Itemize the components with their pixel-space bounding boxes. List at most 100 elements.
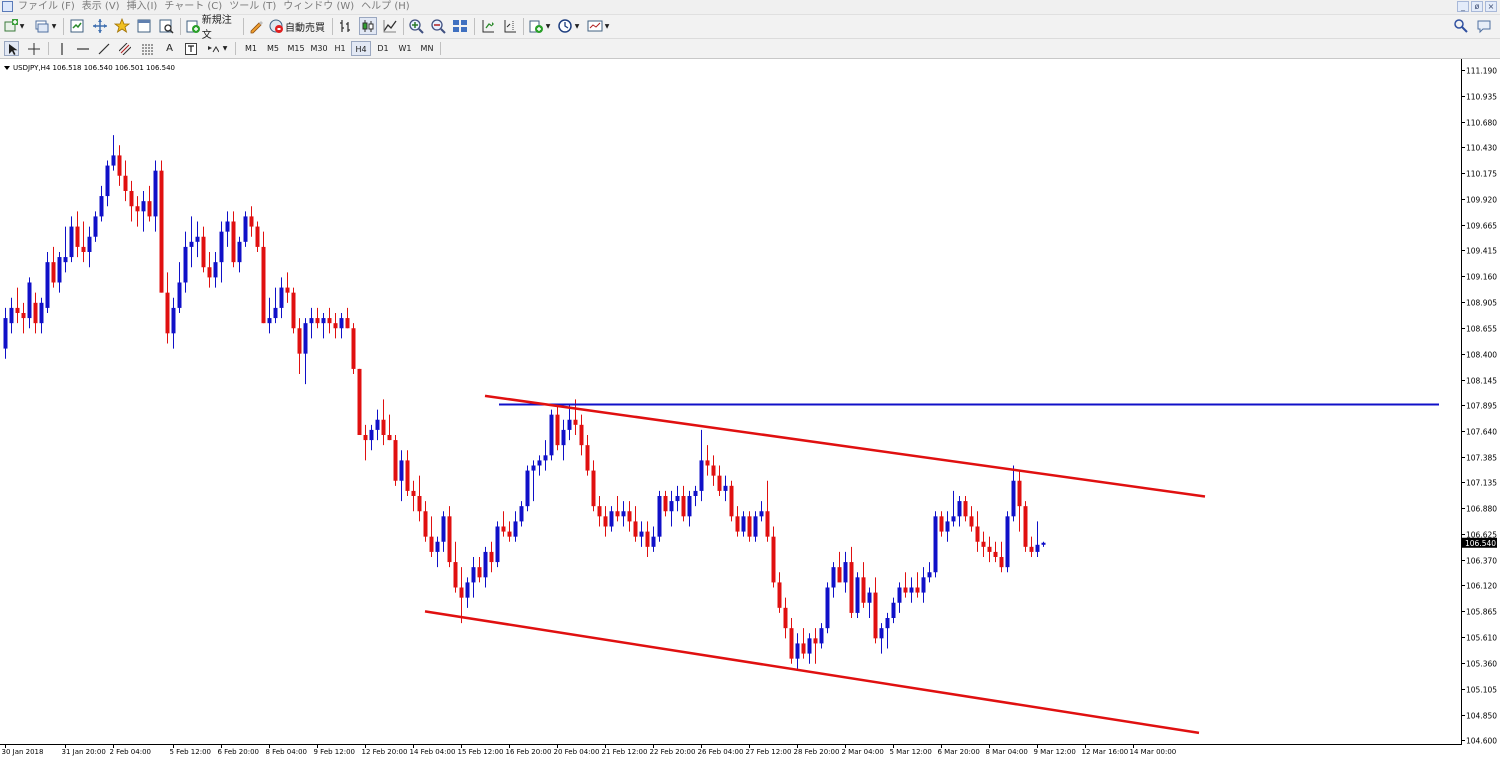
candle-body: [633, 521, 638, 537]
menu-help[interactable]: ヘルプ (H): [361, 0, 417, 14]
date-tick-label: 27 Feb 12:00: [746, 748, 792, 756]
favorites-star-icon[interactable]: [114, 18, 130, 34]
candle-body: [855, 577, 860, 613]
restore-button[interactable]: ø: [1471, 1, 1483, 12]
candle-body: [195, 236, 200, 242]
new-chart-icon[interactable]: [3, 18, 19, 34]
candle-body: [501, 526, 506, 532]
candle-body: [207, 267, 212, 278]
price-tick-label: 107.135: [1466, 479, 1497, 488]
strategy-tester-icon[interactable]: [158, 18, 174, 34]
candle-body: [435, 541, 440, 552]
symbol-ohlc-text: USDJPY,H4 106.518 106.540 106.501 106.54…: [13, 64, 175, 72]
minimize-button[interactable]: _: [1457, 1, 1469, 12]
auto-trading-button[interactable]: 自動売買: [268, 18, 326, 34]
candle-body: [837, 567, 842, 583]
bar-chart-icon[interactable]: [337, 18, 353, 34]
line-chart-icon[interactable]: [382, 18, 398, 34]
indicators-icon[interactable]: [528, 18, 544, 34]
timeframe-m15[interactable]: M15: [285, 41, 307, 56]
price-tick-label: 106.120: [1466, 582, 1497, 591]
candle-body: [915, 587, 920, 593]
trendline-icon[interactable]: [96, 41, 111, 56]
candle-body: [21, 312, 26, 319]
chevron-down-icon[interactable]: ▼: [574, 21, 580, 31]
text-tool-icon[interactable]: A: [162, 41, 177, 56]
date-tick-label: 12 Mar 16:00: [1082, 748, 1129, 756]
zoom-out-icon[interactable]: [430, 18, 446, 34]
profiles-icon[interactable]: [34, 18, 50, 34]
metaeditor-icon[interactable]: [248, 18, 264, 34]
text-label-icon[interactable]: [183, 41, 198, 56]
timeframe-h4[interactable]: H4: [351, 41, 371, 56]
candle-body: [141, 201, 146, 212]
candle-body: [279, 287, 284, 308]
chevron-down-icon[interactable]: ▼: [222, 44, 228, 52]
candle-body: [693, 490, 698, 496]
timeframe-d1[interactable]: D1: [374, 41, 392, 56]
menu-file[interactable]: ファイル (F): [18, 0, 82, 14]
current-price-label: 106.540: [1465, 539, 1496, 548]
chevron-down-icon[interactable]: ▼: [545, 21, 551, 31]
chart-window[interactable]: 111.190 110.935 110.680 110.430 110.175 109.9…: [0, 59, 1500, 760]
toolbar-separator: [440, 42, 441, 55]
candle-body: [597, 506, 602, 517]
timeframe-m30[interactable]: M30: [308, 41, 330, 56]
chevron-down-icon[interactable]: ▼: [604, 21, 610, 31]
candle-body: [555, 414, 560, 446]
candle-body: [573, 419, 578, 425]
chevron-down-icon[interactable]: ▼: [51, 21, 57, 31]
chat-bubble-icon[interactable]: [1476, 18, 1492, 34]
periods-clock-icon[interactable]: [557, 18, 573, 34]
date-tick-label: 14 Feb 04:00: [410, 748, 456, 756]
zoom-in-icon[interactable]: [408, 18, 424, 34]
candle-body: [219, 231, 224, 263]
timeframe-mn[interactable]: MN: [417, 41, 437, 56]
candle-body: [465, 582, 470, 598]
new-order-button[interactable]: 新規注文: [185, 15, 241, 41]
candle-body: [1005, 516, 1010, 568]
timeframe-w1[interactable]: W1: [396, 41, 414, 56]
crosshair-icon[interactable]: [26, 41, 41, 56]
candlestick-chart[interactable]: 111.190 110.935 110.680 110.430 110.175 109.9…: [0, 59, 1500, 760]
market-watch-icon[interactable]: [69, 18, 85, 34]
chart-shift-icon[interactable]: [502, 18, 518, 34]
close-button[interactable]: ×: [1485, 1, 1497, 12]
date-tick-label: 5 Feb 12:00: [170, 748, 211, 756]
candle-body: [171, 307, 176, 334]
auto-scroll-icon[interactable]: [480, 18, 496, 34]
templates-icon[interactable]: [587, 18, 603, 34]
chevron-down-icon[interactable]: ▼: [19, 21, 25, 31]
date-tick-label: 2 Mar 04:00: [842, 748, 884, 756]
price-tick-label: 108.905: [1466, 299, 1497, 308]
candle-body: [663, 495, 668, 512]
candle-body: [819, 628, 824, 644]
arrows-shapes-icon[interactable]: [205, 41, 220, 56]
candle-body: [93, 216, 98, 237]
vertical-line-icon[interactable]: [54, 41, 69, 56]
navigator-icon[interactable]: [92, 18, 108, 34]
horizontal-line-icon[interactable]: [75, 41, 90, 56]
candle-body: [765, 511, 770, 537]
menu-view[interactable]: 表示 (V): [82, 0, 127, 14]
terminal-window-icon[interactable]: [136, 18, 152, 34]
drawing-toolbar: A ▼ M1 M5 M15 M30 H1 H4 D1 W1 MN: [0, 39, 1500, 59]
timeframe-m1[interactable]: M1: [241, 41, 261, 56]
symbol-info: USDJPY,H4 106.518 106.540 106.501 106.54…: [4, 64, 175, 72]
candle-body: [363, 434, 368, 441]
equidistant-channel-icon[interactable]: [117, 41, 132, 56]
timeframe-m5[interactable]: M5: [263, 41, 283, 56]
fibonacci-icon[interactable]: [140, 41, 155, 56]
tile-windows-icon[interactable]: [452, 18, 468, 34]
menu-window[interactable]: ウィンドウ (W): [283, 0, 361, 14]
current-price-tag: 106.540: [1462, 537, 1497, 548]
candle-body: [339, 318, 344, 329]
cursor-arrow-icon[interactable]: [4, 41, 19, 56]
timeframe-h1[interactable]: H1: [331, 41, 349, 56]
candle-body: [1041, 542, 1046, 545]
search-icon[interactable]: [1453, 18, 1469, 34]
price-tick-label: 111.190: [1466, 67, 1497, 76]
date-tick-label: 9 Feb 12:00: [314, 748, 355, 756]
candlestick-chart-icon[interactable]: [359, 17, 377, 35]
menu-insert[interactable]: 挿入(I): [127, 0, 165, 14]
